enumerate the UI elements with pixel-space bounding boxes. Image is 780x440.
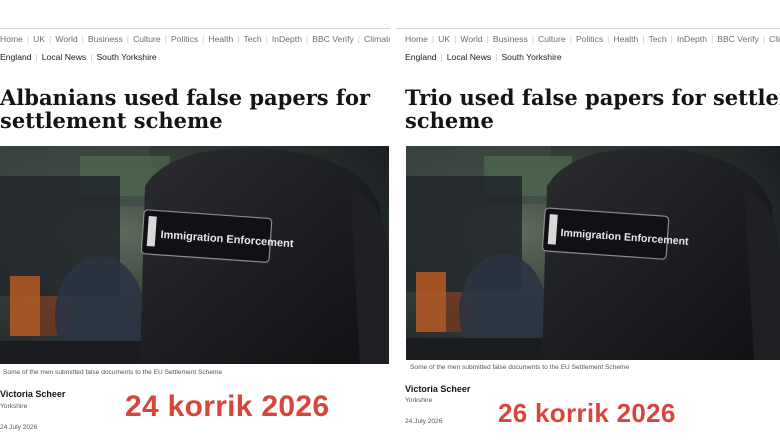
bbc-main-nav: Home | UK | World | Business | Culture | Politics |… <box>0 34 390 44</box>
nav-indepth[interactable]: InDepth <box>677 34 707 44</box>
author-name[interactable]: Victoria Scheer <box>0 389 65 399</box>
nav-uk[interactable]: UK <box>438 34 450 44</box>
article-screenshot-right: Home | UK | World | Business | Culture | Politics |… <box>396 0 780 440</box>
nav-climate[interactable]: Climate <box>769 34 780 44</box>
article-screenshot-left: Home | UK | World | Business | Culture | Politics |… <box>0 0 390 440</box>
nav-home[interactable]: Home <box>0 34 23 44</box>
local-nav: England | Local News | South Yorkshire <box>0 52 157 62</box>
overlay-date-label: 24 korrik 2026 <box>125 390 330 423</box>
nav-health[interactable]: Health <box>613 34 638 44</box>
subnav-local-news[interactable]: Local News <box>42 52 86 62</box>
subnav-local-news[interactable]: Local News <box>447 52 491 62</box>
top-rule <box>396 28 780 29</box>
article-photo: Immigration Enforcement <box>406 146 780 360</box>
nav-bbc-verify[interactable]: BBC Verify <box>312 34 354 44</box>
nav-health[interactable]: Health <box>208 34 233 44</box>
headline-line-2: settlement scheme <box>0 108 223 133</box>
article-headline: Albanians used false papers for settleme… <box>0 86 370 132</box>
top-rule <box>0 28 390 29</box>
author-region: Yorkshire <box>405 397 433 404</box>
nav-business[interactable]: Business <box>88 34 123 44</box>
nav-world[interactable]: World <box>55 34 77 44</box>
overlay-date-label: 26 korrik 2026 <box>498 398 676 428</box>
nav-home[interactable]: Home <box>405 34 428 44</box>
nav-indepth[interactable]: InDepth <box>272 34 302 44</box>
article-photo: Immigration Enforcement <box>0 146 389 364</box>
author-region: Yorkshire <box>0 403 28 410</box>
photo-caption: Some of the men submitted false document… <box>3 369 223 376</box>
photo-caption: Some of the men submitted false document… <box>410 364 630 371</box>
nav-climate[interactable]: Climate <box>364 34 390 44</box>
headline-line-1: Trio used false papers for settlement <box>405 85 780 110</box>
nav-politics[interactable]: Politics <box>576 34 603 44</box>
author-name[interactable]: Victoria Scheer <box>405 384 470 394</box>
publish-date: 24 July 2026 <box>0 424 38 431</box>
bbc-main-nav: Home | UK | World | Business | Culture | Politics |… <box>405 34 780 44</box>
nav-culture[interactable]: Culture <box>133 34 161 44</box>
photo-illustration: Immigration Enforcement <box>406 146 780 360</box>
subnav-south-yorkshire[interactable]: South Yorkshire <box>96 52 156 62</box>
nav-world[interactable]: World <box>460 34 482 44</box>
headline-line-1: Albanians used false papers for <box>0 85 371 110</box>
nav-bbc-verify[interactable]: BBC Verify <box>717 34 759 44</box>
publish-date: 24 July 2026 <box>405 418 443 425</box>
nav-politics[interactable]: Politics <box>171 34 198 44</box>
nav-culture[interactable]: Culture <box>538 34 566 44</box>
nav-tech[interactable]: Tech <box>243 34 261 44</box>
subnav-england[interactable]: England <box>0 52 32 62</box>
nav-tech[interactable]: Tech <box>648 34 666 44</box>
local-nav: England | Local News | South Yorkshire <box>405 52 562 62</box>
article-headline: Trio used false papers for settlement sc… <box>405 86 780 132</box>
photo-illustration: Immigration Enforcement <box>0 146 389 364</box>
nav-uk[interactable]: UK <box>33 34 45 44</box>
subnav-south-yorkshire[interactable]: South Yorkshire <box>501 52 561 62</box>
subnav-england[interactable]: England <box>405 52 437 62</box>
nav-business[interactable]: Business <box>493 34 528 44</box>
headline-line-2: scheme <box>405 108 494 133</box>
